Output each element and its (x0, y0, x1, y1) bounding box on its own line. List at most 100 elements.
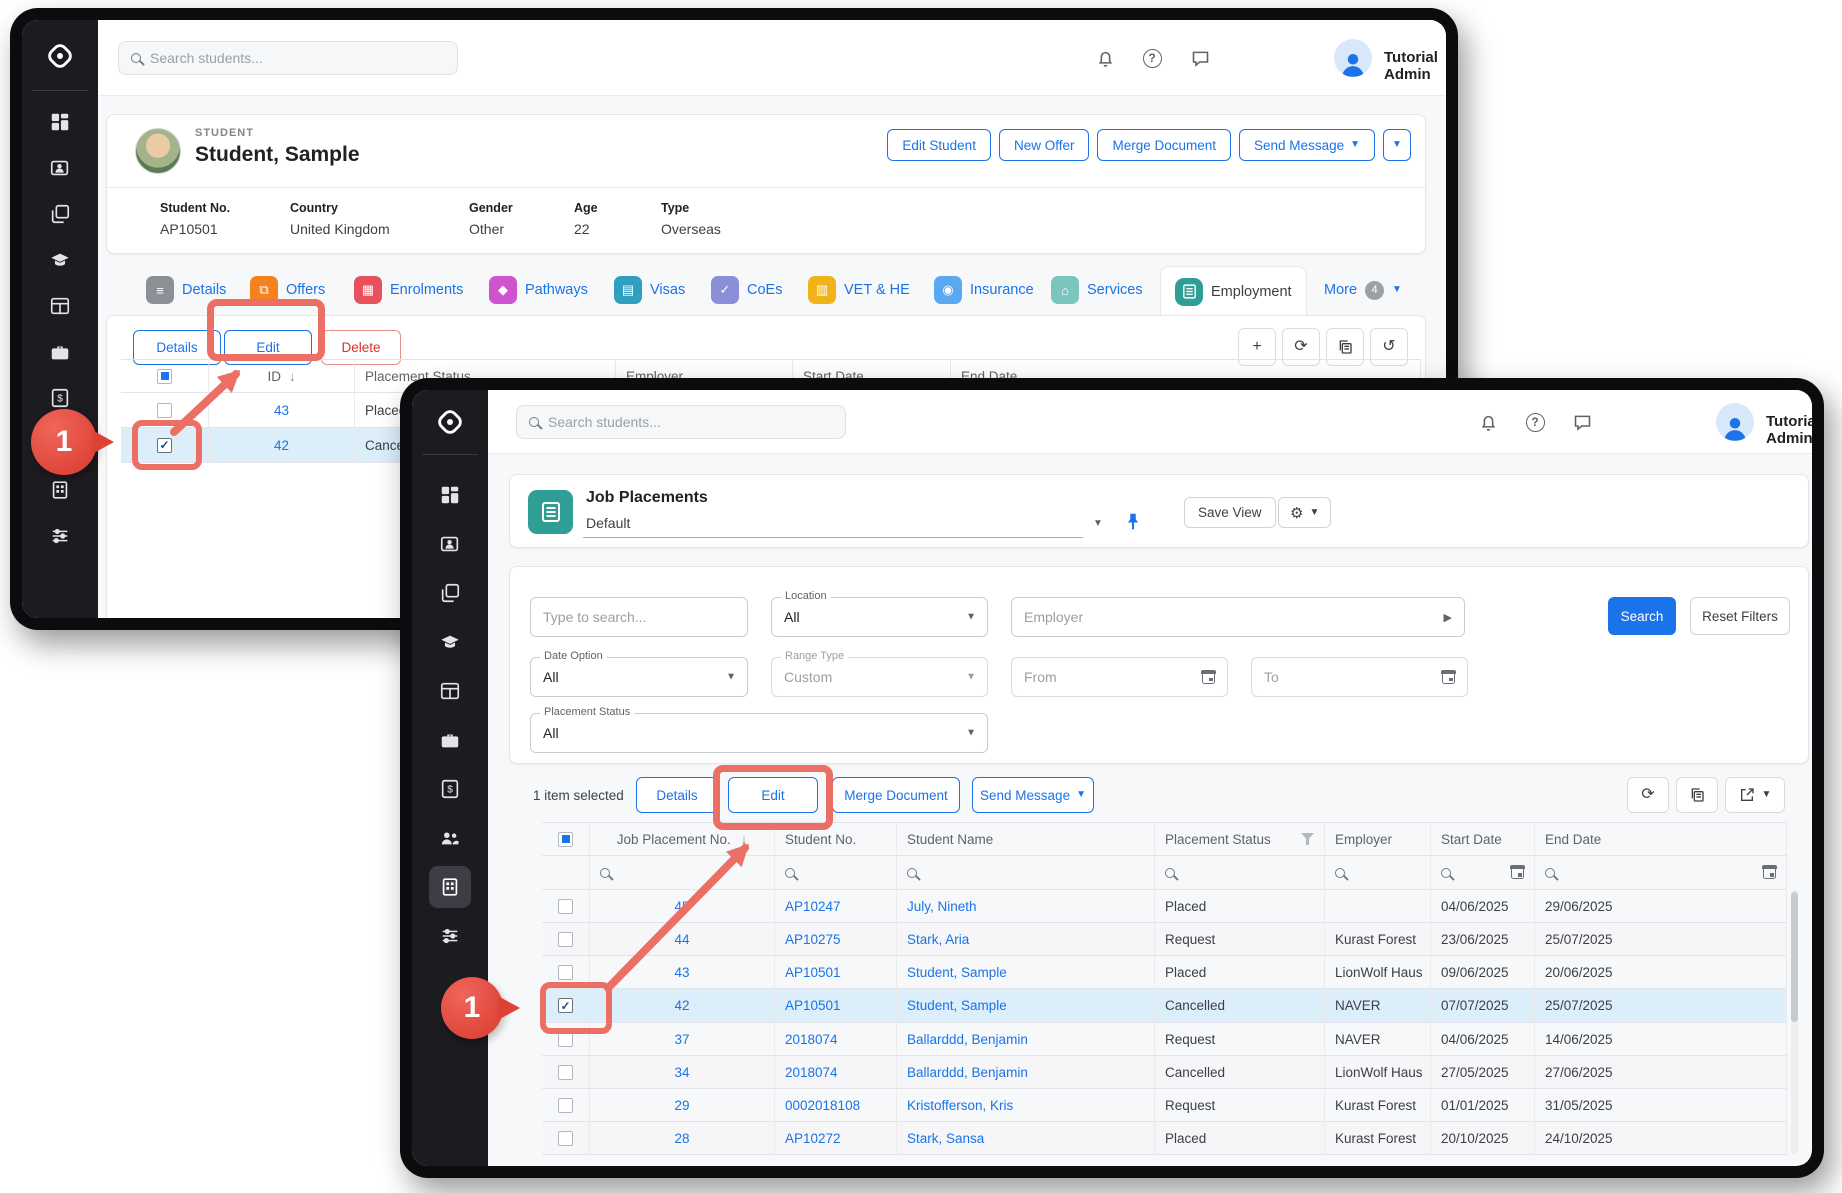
table-scrollbar-track[interactable] (1791, 890, 1798, 1154)
copy-grid-button[interactable] (1676, 777, 1718, 813)
table-scrollbar-thumb[interactable] (1791, 892, 1798, 1022)
reset-filters-button[interactable]: Reset Filters (1690, 597, 1790, 635)
search-input[interactable] (548, 414, 833, 430)
student-search[interactable] (516, 405, 846, 439)
student-no-link[interactable]: AP10247 (775, 890, 897, 923)
filter-start[interactable] (1431, 856, 1535, 890)
table-row[interactable]: 37 2018074 Ballarddd, Benjamin Request N… (542, 1023, 1787, 1056)
filter-student-name[interactable] (897, 856, 1155, 890)
sidebar-item-reports-icon[interactable] (48, 294, 72, 318)
notifications-bell-icon[interactable] (1476, 410, 1500, 434)
search-button[interactable]: Search (1608, 597, 1676, 635)
sidebar-item-students-icon[interactable] (438, 532, 462, 556)
column-header-end[interactable]: End Date (1535, 823, 1787, 856)
sidebar-item-students-icon[interactable] (48, 156, 72, 180)
edit-student-button[interactable]: Edit Student (887, 129, 991, 161)
employer-input[interactable] (1024, 609, 1444, 625)
sidebar-item-employers-icon[interactable] (48, 340, 72, 364)
student-name-link[interactable]: Student, Sample (897, 989, 1155, 1023)
student-no-link[interactable]: 0002018108 (775, 1089, 897, 1122)
student-no-link[interactable]: AP10501 (775, 956, 897, 989)
tab-services[interactable]: ⌂Services (1051, 270, 1143, 310)
student-name-link[interactable]: Student, Sample (897, 956, 1155, 989)
help-icon[interactable]: ? (1523, 410, 1547, 434)
sidebar-item-settings-icon[interactable] (48, 524, 72, 548)
save-view-button[interactable]: Save View (1184, 497, 1276, 528)
row-checkbox[interactable] (542, 1122, 590, 1155)
messages-chat-icon[interactable] (1570, 410, 1594, 434)
location-select[interactable]: LocationAll▼ (771, 597, 988, 637)
placement-status-select[interactable]: Placement StatusAll▼ (530, 713, 988, 753)
tab-more[interactable]: More4▼ (1324, 270, 1402, 310)
date-from-field[interactable] (1011, 657, 1228, 697)
placement-details-button[interactable]: Details (636, 777, 718, 813)
caret-down-icon[interactable]: ▼ (1093, 519, 1103, 529)
sidebar-item-offers-icon[interactable] (438, 581, 462, 605)
merge-document-button[interactable]: Merge Document (1097, 129, 1231, 161)
table-row[interactable]: 34 2018074 Ballarddd, Benjamin Cancelled… (542, 1056, 1787, 1089)
tab-insurance[interactable]: ◉Insurance (934, 270, 1034, 310)
filter-student-no[interactable] (775, 856, 897, 890)
student-no-link[interactable]: 2018074 (775, 1056, 897, 1089)
filter-end[interactable] (1535, 856, 1787, 890)
user-avatar[interactable] (1334, 39, 1372, 77)
send-message-button[interactable]: Send Message▼ (1239, 129, 1375, 161)
app-logo[interactable] (428, 400, 472, 444)
sidebar-item-job-placements-icon[interactable] (438, 875, 462, 899)
tab-vet-he[interactable]: ▥VET & HE (808, 270, 910, 310)
sidebar-item-employers-icon[interactable] (438, 728, 462, 752)
pin-view-icon[interactable] (1122, 511, 1144, 533)
tab-employment[interactable]: Employment (1160, 266, 1307, 316)
sidebar-item-offers-icon[interactable] (48, 202, 72, 226)
tab-pathways[interactable]: ◆Pathways (489, 270, 588, 310)
date-from-input[interactable] (1024, 669, 1202, 685)
sidebar-item-finance-icon[interactable]: $ (48, 386, 72, 410)
row-checkbox[interactable] (542, 1089, 590, 1122)
student-search[interactable] (118, 41, 458, 75)
date-option-select[interactable]: Date OptionAll▼ (530, 657, 748, 697)
notifications-bell-icon[interactable] (1093, 46, 1117, 70)
view-settings-button[interactable]: ⚙▼ (1278, 497, 1331, 528)
sidebar-item-agents-icon[interactable] (438, 826, 462, 850)
sidebar-item-finance-icon[interactable]: $ (438, 777, 462, 801)
column-header-start[interactable]: Start Date (1431, 823, 1535, 856)
new-offer-button[interactable]: New Offer (999, 129, 1090, 161)
view-selector-value[interactable]: Default (586, 515, 630, 531)
sidebar-item-education-icon[interactable] (438, 630, 462, 654)
column-header-status[interactable]: Placement Status (1155, 823, 1325, 856)
placement-no-link[interactable]: 34 (590, 1056, 775, 1089)
quick-search-input[interactable] (543, 609, 735, 625)
student-name-link[interactable]: Ballarddd, Benjamin (897, 1023, 1155, 1056)
export-button[interactable]: ▼ (1725, 777, 1785, 813)
tab-visas[interactable]: ▤Visas (614, 270, 685, 310)
help-icon[interactable]: ? (1140, 46, 1164, 70)
tab-enrolments[interactable]: ▦Enrolments (354, 270, 463, 310)
merge-document-button[interactable]: Merge Document (832, 777, 960, 813)
app-logo[interactable] (38, 34, 82, 78)
sidebar-item-settings-icon[interactable] (438, 924, 462, 948)
placement-no-link[interactable]: 37 (590, 1023, 775, 1056)
employer-picker[interactable]: ▶ (1011, 597, 1465, 637)
placement-no-link[interactable]: 29 (590, 1089, 775, 1122)
tab-coes[interactable]: ✓CoEs (711, 270, 782, 310)
student-no-link[interactable]: 2018074 (775, 1023, 897, 1056)
student-no-link[interactable]: AP10501 (775, 989, 897, 1023)
student-name-link[interactable]: Ballarddd, Benjamin (897, 1056, 1155, 1089)
sidebar-item-job-placements-icon[interactable] (48, 478, 72, 502)
sidebar-item-dashboard-icon[interactable] (48, 110, 72, 134)
date-to-input[interactable] (1264, 669, 1442, 685)
send-message-button[interactable]: Send Message▼ (972, 777, 1094, 813)
sidebar-item-dashboard-icon[interactable] (438, 483, 462, 507)
date-to-field[interactable] (1251, 657, 1468, 697)
column-header-student-name[interactable]: Student Name (897, 823, 1155, 856)
user-avatar[interactable] (1716, 403, 1754, 441)
column-header-employer[interactable]: Employer (1325, 823, 1431, 856)
student-name-link[interactable]: Stark, Sansa (897, 1122, 1155, 1155)
sidebar-item-reports-icon[interactable] (438, 679, 462, 703)
student-no-link[interactable]: AP10275 (775, 923, 897, 956)
refresh-button[interactable]: ⟳ (1627, 777, 1669, 813)
more-actions-button[interactable]: ▼ (1383, 129, 1411, 161)
student-name-link[interactable]: Stark, Aria (897, 923, 1155, 956)
messages-chat-icon[interactable] (1188, 46, 1212, 70)
sidebar-item-education-icon[interactable] (48, 248, 72, 272)
